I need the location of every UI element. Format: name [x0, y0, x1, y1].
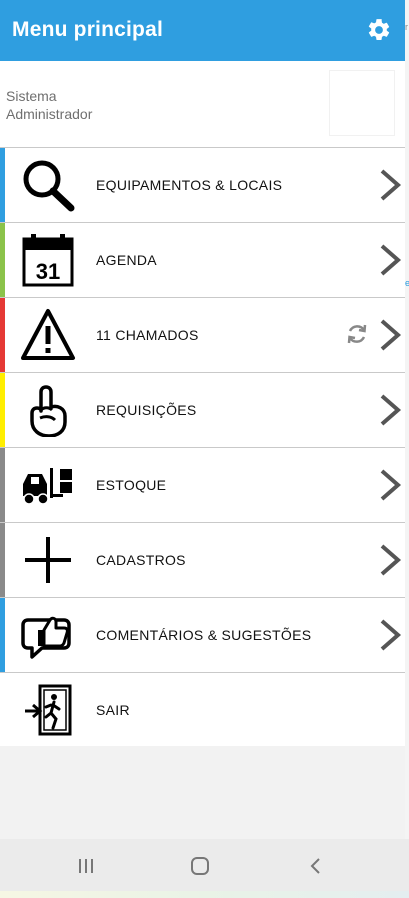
- exit-icon: [25, 684, 72, 736]
- chevron-right-icon: [380, 469, 402, 501]
- chevron-right-icon: [380, 544, 402, 576]
- accent-bar: [0, 298, 5, 372]
- forklift-icon: [23, 468, 72, 505]
- chevron-right-icon: [380, 619, 402, 651]
- edge-text-fragment: e: [405, 278, 409, 288]
- sync-icon[interactable]: [345, 322, 369, 346]
- user-line-2: Administrador: [6, 106, 93, 122]
- menu-item-label: CADASTROS: [96, 552, 186, 568]
- gear-icon[interactable]: [366, 17, 392, 43]
- accent-bar: [0, 148, 5, 222]
- background-panel-edge: r e: [405, 0, 409, 898]
- accent-bar: [0, 523, 5, 597]
- accent-bar: [0, 223, 5, 297]
- menu-item-equipamentos-locais[interactable]: EQUIPAMENTOS & LOCAIS: [0, 147, 405, 222]
- user-line-1: Sistema: [6, 88, 57, 104]
- accent-bar: [0, 373, 5, 447]
- menu-item-label: COMENTÁRIOS & SUGESTÕES: [96, 627, 312, 643]
- menu-item-chamados[interactable]: 11 CHAMADOS: [0, 297, 405, 372]
- menu-item-label: REQUISIÇÕES: [96, 402, 197, 418]
- warning-icon: [21, 309, 75, 360]
- calendar-icon: 31: [22, 234, 74, 287]
- page-title: Menu principal: [12, 18, 163, 41]
- menu-item-sair[interactable]: SAIR: [0, 672, 405, 748]
- raised-hand-icon: [30, 385, 67, 437]
- accent-bar: [0, 673, 5, 747]
- edge-text-fragment: r: [405, 22, 408, 32]
- menu-item-label: AGENDA: [96, 252, 157, 268]
- empty-area: [0, 746, 405, 839]
- user-info: Sistema Administrador: [0, 61, 405, 147]
- system-navigation-bar: [0, 839, 409, 891]
- avatar[interactable]: [330, 71, 394, 135]
- menu-item-agenda[interactable]: 31 AGENDA: [0, 222, 405, 297]
- menu-item-comentarios-sugestoes[interactable]: COMENTÁRIOS & SUGESTÕES: [0, 597, 405, 672]
- app-header: Menu principal: [0, 0, 405, 61]
- chevron-right-icon: [380, 169, 402, 201]
- chevron-right-icon: [380, 319, 402, 351]
- search-icon: [23, 160, 75, 212]
- recent-apps-icon[interactable]: [74, 854, 98, 878]
- main-menu: EQUIPAMENTOS & LOCAIS 31 AGENDA 11 CHAMA…: [0, 147, 405, 748]
- plus-icon: [25, 537, 71, 583]
- home-icon[interactable]: [188, 854, 212, 878]
- menu-item-label: SAIR: [96, 702, 130, 718]
- back-icon[interactable]: [304, 854, 328, 878]
- menu-item-label: ESTOQUE: [96, 477, 167, 493]
- chevron-right-icon: [380, 394, 402, 426]
- accent-bar: [0, 448, 5, 522]
- menu-item-estoque[interactable]: ESTOQUE: [0, 447, 405, 522]
- menu-item-label: EQUIPAMENTOS & LOCAIS: [96, 177, 283, 193]
- menu-item-requisicoes[interactable]: REQUISIÇÕES: [0, 372, 405, 447]
- accent-bar: [0, 598, 5, 672]
- chevron-right-icon: [380, 244, 402, 276]
- menu-item-cadastros[interactable]: CADASTROS: [0, 522, 405, 597]
- bottom-edge: [0, 891, 409, 898]
- thumbs-up-comment-icon: [21, 616, 71, 659]
- menu-item-label: 11 CHAMADOS: [96, 327, 199, 343]
- calendar-day: 31: [36, 259, 60, 284]
